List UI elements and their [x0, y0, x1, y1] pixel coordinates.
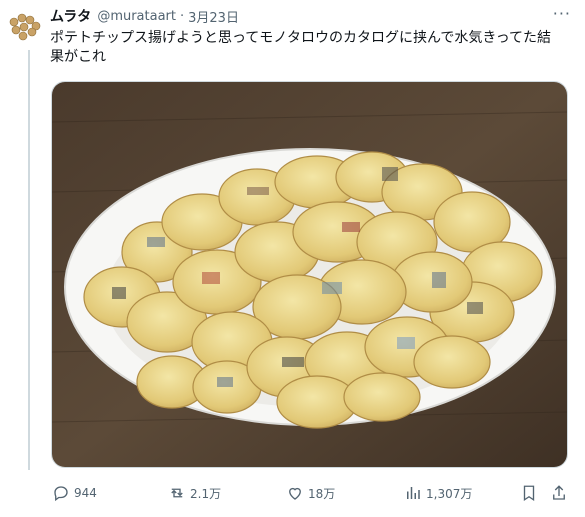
share-icon	[553, 485, 565, 500]
like-count: 18万	[308, 486, 336, 501]
tweet-header: ムラタ @murataart · 3月23日	[50, 6, 575, 26]
separator-dot: ·	[180, 8, 185, 24]
tweet-photo[interactable]	[51, 81, 568, 468]
thread-line	[28, 50, 30, 470]
action-bar: 944 2.1万 18万 1,307万	[50, 483, 570, 503]
author-name[interactable]: ムラタ	[50, 6, 91, 26]
views-button[interactable]: 1,307万	[404, 483, 472, 503]
retweet-count: 2.1万	[190, 486, 222, 501]
like-icon	[289, 487, 301, 500]
tweet-date[interactable]: 3月23日	[188, 7, 239, 26]
reply-button[interactable]: 944	[52, 483, 97, 503]
retweet-button[interactable]: 2.1万	[168, 483, 221, 503]
views-icon	[407, 487, 420, 499]
potato-chips-photo	[52, 82, 567, 467]
author-handle[interactable]: @murataart	[97, 9, 176, 24]
retweet-icon	[171, 488, 183, 498]
bookmark-icon	[523, 485, 535, 502]
more-icon[interactable]: ···	[553, 4, 571, 23]
reply-icon	[54, 486, 68, 502]
views-count: 1,307万	[426, 486, 473, 501]
share-button[interactable]	[550, 483, 568, 503]
tweet-text: ポテトチップス揚げようと思ってモノタロウのカタログに挟んで水気きってた結果がこれ	[50, 30, 552, 65]
bookmark-button[interactable]	[520, 483, 538, 503]
reply-count: 944	[74, 486, 97, 500]
avatar[interactable]	[6, 8, 42, 44]
like-button[interactable]: 18万	[286, 483, 335, 503]
